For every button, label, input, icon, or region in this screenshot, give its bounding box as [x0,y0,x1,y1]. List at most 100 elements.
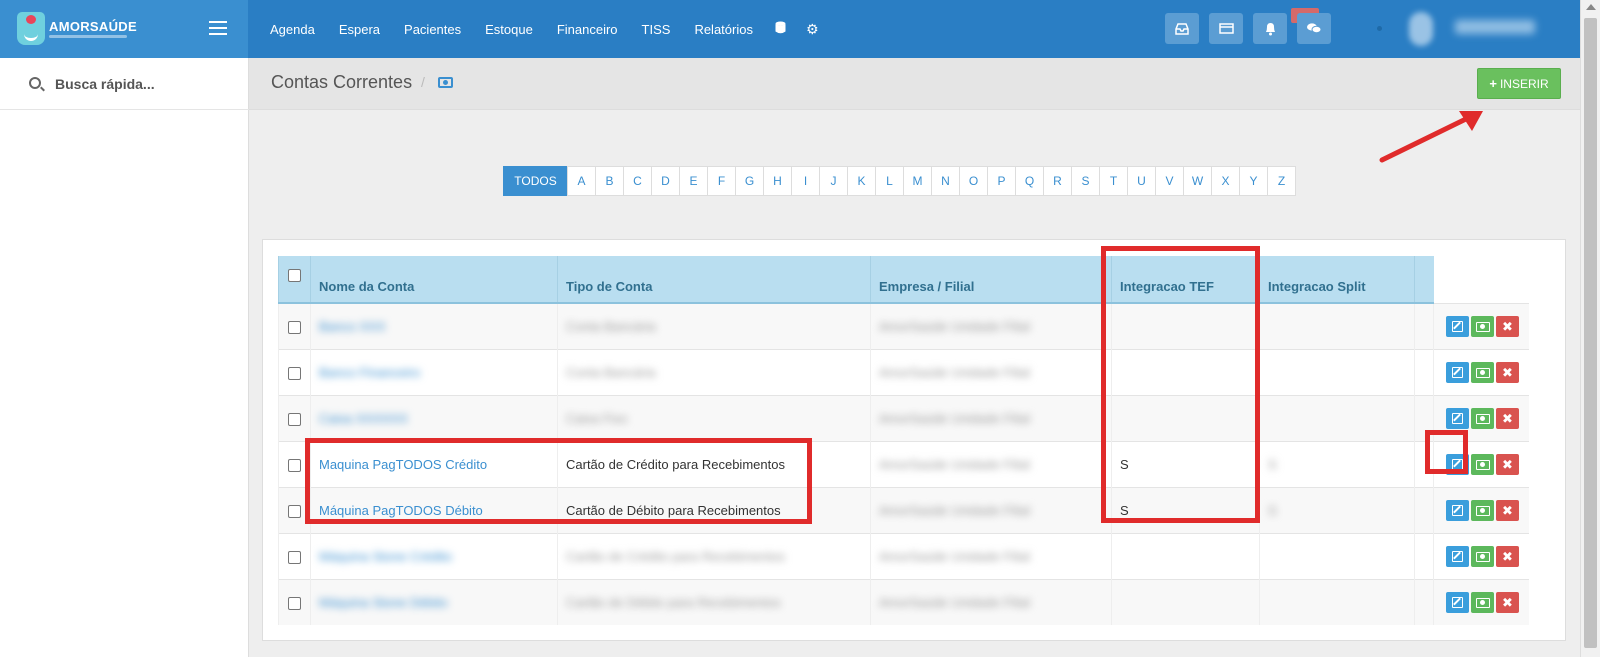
nav-item-tiss[interactable]: TISS [630,22,683,37]
delete-icon[interactable]: ✖ [1496,591,1519,613]
header-tef[interactable]: Integracao TEF [1111,256,1260,304]
alpha-filter-todos[interactable]: TODOS [503,166,568,196]
money-icon[interactable] [1471,499,1494,521]
avatar[interactable] [1409,12,1433,46]
row-select-cell [278,348,311,395]
alpha-filter-w[interactable]: W [1183,166,1212,196]
money-icon[interactable] [1471,591,1494,613]
row-checkbox[interactable] [288,320,301,334]
account-name-link[interactable]: Banco XXX [319,319,386,334]
alpha-filter-d[interactable]: D [651,166,680,196]
money-icon[interactable] [1471,545,1494,567]
alpha-filter-b[interactable]: B [595,166,624,196]
alpha-filter-x[interactable]: X [1211,166,1240,196]
cell-account-name: Banco Financeiro [310,348,558,395]
menu-toggle-icon[interactable] [209,21,227,35]
edit-icon[interactable] [1446,315,1469,337]
inbox-icon[interactable] [1165,13,1199,44]
insert-button[interactable]: + INSERIR [1477,68,1561,99]
alpha-filter-l[interactable]: L [875,166,904,196]
account-name-link[interactable]: Caixa XXXXXX [319,411,408,426]
alpha-filter-u[interactable]: U [1127,166,1156,196]
cell-spacer [1414,578,1434,625]
delete-icon[interactable]: ✖ [1496,315,1519,337]
row-checkbox[interactable] [288,596,301,610]
row-checkbox[interactable] [288,504,301,518]
money-icon[interactable] [1471,315,1494,337]
money-icon[interactable] [1471,407,1494,429]
money-icon[interactable] [1471,361,1494,383]
database-icon[interactable] [765,21,796,37]
bell-icon[interactable] [1253,13,1287,44]
nav-item-financeiro[interactable]: Financeiro [545,22,630,37]
alpha-filter-e[interactable]: E [679,166,708,196]
account-name-link[interactable]: Máquina Stone Crédito [319,549,452,564]
alpha-filter-h[interactable]: H [763,166,792,196]
chat-icon[interactable] [1297,13,1331,44]
alpha-filter-n[interactable]: N [931,166,960,196]
account-type: Conta Bancária [566,364,656,380]
account-name-link[interactable]: Maquina PagTODOS Crédito [319,457,487,472]
cell-spacer [1414,394,1434,441]
account-name-link[interactable]: Máquina PagTODOS Débito [319,503,483,518]
header-split[interactable]: Integracao Split [1259,256,1415,304]
edit-icon[interactable] [1446,591,1469,613]
alpha-filter-v[interactable]: V [1155,166,1184,196]
alpha-filter-j[interactable]: J [819,166,848,196]
row-checkbox[interactable] [288,550,301,564]
quick-search-input[interactable] [55,72,235,96]
edit-icon[interactable] [1446,499,1469,521]
scroll-thumb[interactable] [1584,18,1597,648]
delete-icon[interactable]: ✖ [1496,545,1519,567]
alpha-filter-i[interactable]: I [791,166,820,196]
nav-item-espera[interactable]: Espera [327,22,392,37]
search-icon [29,77,41,89]
alpha-filter-f[interactable]: F [707,166,736,196]
nav-item-pacientes[interactable]: Pacientes [392,22,473,37]
cell-split: S [1259,486,1415,533]
delete-icon[interactable]: ✖ [1496,407,1519,429]
edit-icon[interactable] [1446,545,1469,567]
account-name-link[interactable]: Banco Financeiro [319,365,420,380]
account-type: Cartão de Crédito para Recebimentos [566,456,785,472]
delete-icon[interactable]: ✖ [1496,499,1519,521]
header-company[interactable]: Empresa / Filial [870,256,1112,304]
header-account-name[interactable]: Nome da Conta [310,256,558,304]
cell-tef: S [1111,486,1260,533]
header-account-type[interactable]: Tipo de Conta [557,256,871,304]
edit-icon[interactable] [1446,407,1469,429]
alpha-filter-c[interactable]: C [623,166,652,196]
alpha-filter-q[interactable]: Q [1015,166,1044,196]
company-name: AmorSaúde Unidade Filial [879,318,1031,334]
alpha-filter-z[interactable]: Z [1267,166,1296,196]
edit-icon[interactable] [1446,361,1469,383]
delete-icon[interactable]: ✖ [1496,453,1519,475]
alpha-filter-t[interactable]: T [1099,166,1128,196]
row-checkbox[interactable] [288,412,301,426]
card-icon[interactable] [1209,13,1243,44]
nav-item-relatorios[interactable]: Relatórios [682,22,765,37]
row-checkbox[interactable] [288,366,301,380]
alpha-filter-a[interactable]: A [567,166,596,196]
gear-icon[interactable]: ⚙ [796,21,829,38]
page-scrollbar[interactable] [1580,0,1600,657]
alpha-filter-y[interactable]: Y [1239,166,1268,196]
alpha-filter-m[interactable]: M [903,166,932,196]
row-checkbox[interactable] [288,458,301,472]
alpha-filter-g[interactable]: G [735,166,764,196]
alpha-filter-k[interactable]: K [847,166,876,196]
nav-item-agenda[interactable]: Agenda [258,22,327,37]
alpha-filter-s[interactable]: S [1071,166,1100,196]
money-icon[interactable] [1471,453,1494,475]
edit-icon[interactable] [1446,453,1469,475]
select-all-checkbox[interactable] [288,268,301,282]
delete-icon[interactable]: ✖ [1496,361,1519,383]
nav-item-estoque[interactable]: Estoque [473,22,545,37]
row-select-cell [278,302,311,349]
user-name[interactable] [1455,20,1535,34]
alpha-filter-o[interactable]: O [959,166,988,196]
scroll-up-icon[interactable] [1586,4,1596,10]
account-name-link[interactable]: Máquina Stone Débito [319,595,448,610]
alpha-filter-p[interactable]: P [987,166,1016,196]
alpha-filter-r[interactable]: R [1043,166,1072,196]
